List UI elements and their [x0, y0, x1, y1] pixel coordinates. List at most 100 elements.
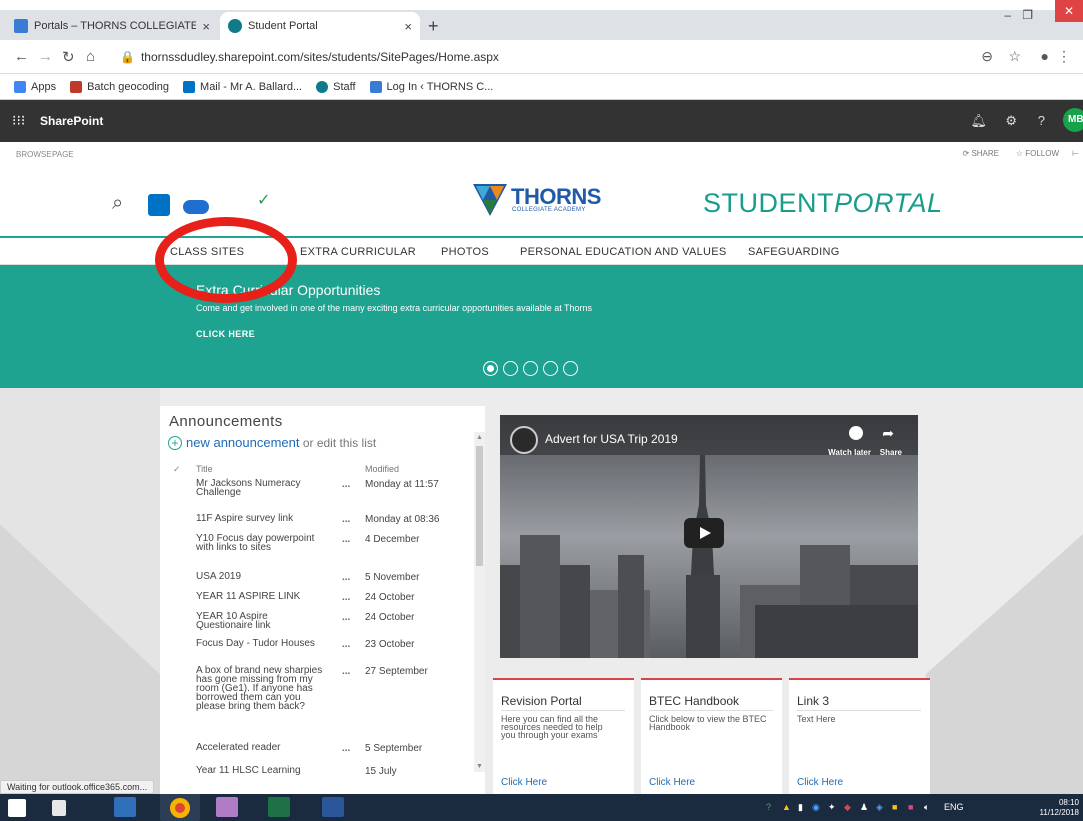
help-icon[interactable]: ?	[1038, 113, 1045, 128]
item-title[interactable]: Mr Jacksons Numeracy Challenge	[196, 479, 326, 498]
item-menu-icon[interactable]: ...	[342, 534, 350, 545]
excel-icon[interactable]	[268, 797, 290, 817]
nav-safeguarding[interactable]: SAFEGUARDING	[748, 246, 840, 258]
search-icon[interactable]: ⌕	[112, 192, 123, 215]
item-menu-icon[interactable]: ...	[342, 639, 350, 650]
card-link[interactable]: Click Here	[649, 777, 695, 788]
item-menu-icon[interactable]: ...	[342, 572, 350, 583]
nav-photos[interactable]: PHOTOS	[441, 246, 489, 258]
share-label[interactable]: Share	[880, 448, 902, 457]
focus-content-icon[interactable]: ⊢	[1072, 149, 1079, 158]
tray-people-icon[interactable]: ♟	[860, 802, 868, 813]
banner-click-here-link[interactable]: CLICK HERE	[196, 329, 255, 339]
tray-app-icon[interactable]: ✦	[828, 802, 836, 813]
bookmark-apps[interactable]: Apps	[14, 80, 56, 93]
tray-red-icon[interactable]: ◆	[844, 802, 851, 813]
select-all-check-icon[interactable]: ✓	[173, 464, 181, 475]
volume-icon[interactable]: 🔈︎	[924, 802, 929, 813]
tray-wifi-icon[interactable]: ◈	[876, 802, 883, 813]
carousel-dot[interactable]	[563, 361, 578, 376]
forward-icon[interactable]: →	[38, 48, 53, 65]
notification-bell-icon[interactable]: 🔔︎	[970, 113, 987, 129]
onedrive-cloud-icon[interactable]	[183, 200, 209, 214]
word-icon[interactable]	[322, 797, 344, 817]
watch-later-clock-icon[interactable]	[849, 426, 863, 440]
tray-pink-icon[interactable]: ■	[908, 802, 913, 812]
bookmark-star-icon[interactable]: ☆	[1008, 48, 1021, 65]
system-clock[interactable]: 08:10 11/12/2018	[1040, 798, 1079, 818]
reload-icon[interactable]: ↻	[62, 48, 75, 66]
item-title[interactable]: Accelerated reader	[196, 743, 326, 753]
item-title[interactable]: YEAR 11 ASPIRE LINK	[196, 592, 326, 602]
item-menu-icon[interactable]: ...	[342, 479, 350, 490]
share-button[interactable]: ⟳ SHARE	[963, 149, 1000, 158]
item-menu-icon[interactable]: ...	[342, 666, 350, 677]
bookmark-batch-geocoding[interactable]: Batch geocoding	[70, 80, 169, 93]
new-tab-button[interactable]: +	[428, 16, 439, 37]
file-icon[interactable]	[52, 800, 66, 816]
profile-icon[interactable]: ●	[1041, 48, 1049, 64]
new-announcement-link[interactable]: new announcement	[186, 435, 299, 450]
minimize-icon[interactable]: –	[1004, 8, 1011, 22]
video-title[interactable]: Advert for USA Trip 2019	[545, 432, 678, 446]
column-modified[interactable]: Modified	[365, 464, 399, 474]
outlook-icon[interactable]	[148, 194, 170, 216]
item-title[interactable]: Y10 Focus day powerpoint with links to s…	[196, 534, 326, 553]
sharepoint-brand[interactable]: SharePoint	[40, 114, 103, 128]
item-title[interactable]: YEAR 10 Aspire Questionaire link	[196, 612, 326, 631]
tray-help-icon[interactable]: ?	[766, 802, 771, 812]
item-title[interactable]: Year 11 HLSC Learning	[196, 766, 326, 776]
tasks-check-icon[interactable]: ✓	[257, 190, 270, 210]
bookmark-mail[interactable]: Mail - Mr A. Ballard...	[183, 80, 302, 93]
item-title[interactable]: A box of brand new sharpies has gone mis…	[196, 666, 326, 712]
follow-button[interactable]: ☆ FOLLOW	[1016, 149, 1059, 158]
item-title[interactable]: 11F Aspire survey link	[196, 514, 326, 524]
scroll-thumb[interactable]	[476, 446, 483, 566]
menu-icon[interactable]: ⋮	[1057, 48, 1071, 65]
app-launcher-icon[interactable]: ⁝⁝⁝	[12, 112, 25, 129]
bookmark-staff[interactable]: Staff	[316, 80, 356, 93]
item-menu-icon[interactable]: ...	[342, 592, 350, 603]
ribbon-tab-browse[interactable]: BROWSE	[16, 150, 52, 159]
zoom-icon[interactable]: ⊖	[981, 48, 993, 65]
url-field[interactable]: 🔒 thornssdudley.sharepoint.com/sites/stud…	[120, 50, 499, 64]
edit-list-link[interactable]: or edit this list	[303, 436, 376, 450]
tab-student-portal[interactable]: Student Portal ×	[220, 12, 420, 40]
column-title[interactable]: Title	[196, 464, 213, 474]
close-tab-icon[interactable]: ×	[202, 19, 210, 34]
carousel-dot[interactable]	[543, 361, 558, 376]
user-avatar[interactable]: MB	[1063, 108, 1083, 132]
tray-warning-icon[interactable]: ▲	[782, 802, 791, 812]
carousel-dot[interactable]	[483, 361, 498, 376]
item-title[interactable]: USA 2019	[196, 572, 326, 582]
nav-extra-curricular[interactable]: EXTRA CURRICULAR	[300, 246, 416, 258]
card-link[interactable]: Click Here	[501, 777, 547, 788]
carousel-dot[interactable]	[523, 361, 538, 376]
tray-folder-icon[interactable]: ■	[892, 802, 897, 812]
item-menu-icon[interactable]: ...	[342, 612, 350, 623]
maximize-icon[interactable]: ❐	[1022, 8, 1033, 22]
network-app-icon[interactable]	[114, 797, 136, 817]
play-button-icon[interactable]	[684, 518, 724, 548]
channel-avatar-icon[interactable]	[510, 426, 538, 454]
add-plus-icon[interactable]: +	[168, 436, 182, 450]
settings-gear-icon[interactable]: ⚙	[1005, 113, 1017, 129]
bookmark-login[interactable]: Log In ‹ THORNS C...	[369, 80, 493, 93]
scroll-down-icon[interactable]: ▼	[476, 763, 483, 770]
home-icon[interactable]: ⌂	[86, 48, 95, 65]
input-language[interactable]: ENG	[944, 802, 964, 812]
ribbon-tab-page[interactable]: PAGE	[52, 150, 74, 159]
tray-battery-icon[interactable]: ▮	[798, 802, 803, 813]
nav-personal-education[interactable]: PERSONAL EDUCATION AND VALUES	[520, 246, 727, 258]
video-player[interactable]: Advert for USA Trip 2019 ➦ Watch later S…	[500, 415, 918, 658]
close-tab-icon[interactable]: ×	[404, 19, 412, 34]
item-menu-icon[interactable]: ...	[342, 514, 350, 525]
back-icon[interactable]: ←	[14, 48, 29, 65]
card-link[interactable]: Click Here	[797, 777, 843, 788]
item-title[interactable]: Focus Day - Tudor Houses	[196, 639, 326, 649]
share-arrow-icon[interactable]: ➦	[882, 425, 894, 442]
announcements-scrollbar[interactable]: ▲ ▼	[474, 432, 485, 772]
tab-portals[interactable]: Portals – THORNS COLLEGIATE A ×	[6, 12, 218, 40]
carousel-dot[interactable]	[503, 361, 518, 376]
scroll-up-icon[interactable]: ▲	[476, 434, 483, 441]
